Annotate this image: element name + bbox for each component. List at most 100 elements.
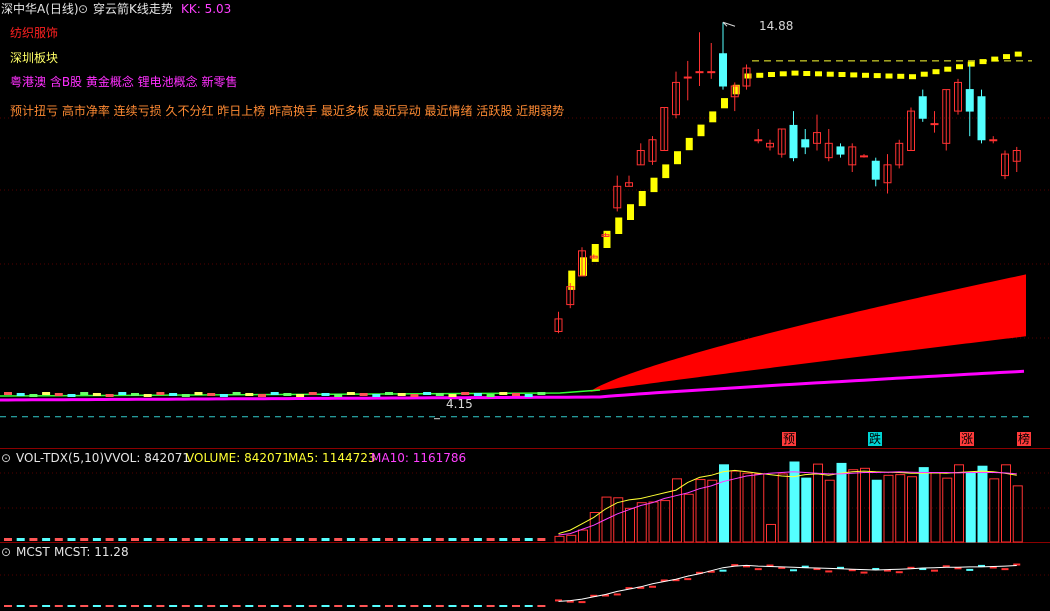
mcst-base-tick [258,605,266,607]
volume-bar [777,473,788,543]
base-volume-bar [397,538,406,541]
volume-value: VOLUME: 842071 [186,451,290,465]
volume-bar [977,465,988,543]
ma5-value: MA5: 1144723 [288,451,376,465]
candle-up [683,76,692,79]
base-candle [118,392,127,395]
industry-tag[interactable]: 纺织服饰 [10,26,58,40]
mcst-panel-name[interactable]: MCST [16,545,50,559]
vol-dropdown-icon[interactable]: ⊙ [1,451,11,465]
yellow-trend-bar [768,72,775,77]
mcst-base-tick [359,605,368,607]
yellow-trend-bar [662,164,670,179]
base-volume-bar [308,538,317,541]
candle-down [965,89,974,112]
base-candle [423,392,432,395]
mcst-base-tick [219,605,228,607]
signal-badge-zhang[interactable]: 涨 [960,432,975,446]
base-candle [131,393,139,396]
yellow-trend-bar [756,72,764,78]
mcst-base-tick [334,605,343,607]
base-candle [385,392,393,395]
mcst-base-tick [105,605,114,607]
volume-bar [989,478,1000,543]
yellow-trend-bar [850,72,858,78]
base-candle [321,393,330,396]
base-volume-bar [499,538,508,541]
mcst-base-tick [524,605,533,607]
signal-badge-bang[interactable]: 榜 [1017,432,1032,446]
base-volume-bar [156,538,165,541]
volume-bar [918,467,929,543]
volume-bar [942,477,953,543]
volume-bar [1012,485,1023,543]
base-volume-bar [283,538,292,541]
base-volume-bar [346,538,355,541]
mcst-base-tick [321,605,330,607]
vol-panel-name[interactable]: VOL-TDX(5,10) [16,451,104,465]
yellow-trend-bar [991,56,999,62]
volume-bar [707,479,718,543]
base-candle [359,393,368,396]
low-price-label: 4.15 [446,397,473,411]
base-candle [537,392,546,395]
yellow-trend-bar [897,73,905,79]
yellow-trend-bar [885,73,893,79]
candle-up [989,139,998,142]
mcst-base-tick [118,605,127,607]
yellow-trend-bar [791,70,799,76]
mcst-base-tick [410,605,419,607]
kline-chart-canvas[interactable] [0,0,1050,611]
base-candle [473,393,482,396]
base-volume-bar [29,538,38,541]
mcst-tick [1001,568,1009,571]
base-candle [245,393,254,396]
base-candle [181,394,190,397]
volume-bar [636,502,647,543]
base-volume-bar [410,538,419,541]
signal-badge-yu[interactable]: 预 [782,432,797,446]
mcst-line [558,564,1017,602]
base-candle [258,394,266,397]
yellow-trend-bar [838,72,846,77]
base-volume-bar [258,538,266,541]
region-tag[interactable]: 深圳板块 [10,51,58,65]
mcst-base-tick [42,605,51,607]
yellow-trend-bar [615,217,623,234]
candle-down [789,124,798,159]
volume-bar [719,464,729,543]
mcst-base-tick [423,605,432,607]
base-candle [156,392,165,395]
mcst-base-tick [80,605,89,607]
signal-badge-die[interactable]: 跌 [868,432,883,446]
dropdown-icon[interactable]: ⊙ [78,2,88,16]
mcst-base-tick [4,605,12,607]
volume-bar [683,493,694,543]
base-candle [499,392,508,395]
mcst-dropdown-icon[interactable]: ⊙ [1,545,11,559]
base-candle [169,393,178,396]
yellow-trend-bar [815,71,822,77]
yellow-trend-bar [873,73,881,79]
volume-bar [554,535,565,543]
base-candle [461,392,470,395]
feature-tags[interactable]: 预计扭亏 高市净率 连续亏损 久不分红 昨日上榜 昨高换手 最近多板 最近异动 … [10,104,564,118]
yellow-trend-bar [826,71,834,77]
mcst-base-tick [473,605,482,607]
volume-bar [613,497,624,543]
base-candle [194,392,203,395]
base-candle [207,393,216,396]
high-price-label: 14.88 [759,19,794,33]
yellow-trend-bar [709,111,717,123]
indicator-title[interactable]: 穿云箭K线走势 [93,2,173,16]
mcst-base-tick [232,605,241,607]
concept-tags[interactable]: 粤港澳 含B股 黄金概念 锂电池概念 新零售 [10,75,238,89]
candle-up [695,71,704,74]
yellow-trend-bar [721,98,728,109]
candle-up [860,155,868,158]
base-candle [54,393,63,396]
mcst-tick [966,568,974,571]
yellow-trend-bar [685,137,693,151]
mcst-base-tick [16,605,25,607]
candle-down [871,160,880,180]
